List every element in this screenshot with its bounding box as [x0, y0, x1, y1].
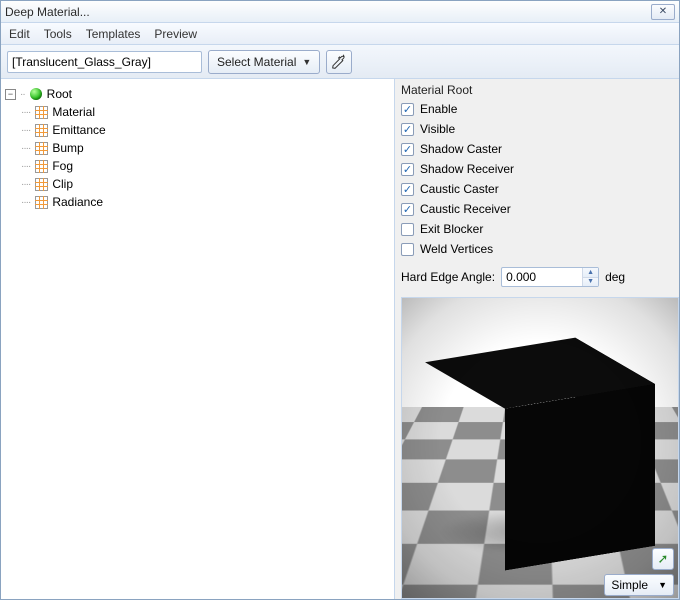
- checkbox-icon[interactable]: ✓: [401, 103, 414, 116]
- tree-item[interactable]: ···· Clip: [5, 175, 390, 193]
- property-checkbox-label: Weld Vertices: [420, 242, 493, 256]
- select-material-button[interactable]: Select Material ▼: [208, 50, 320, 74]
- menu-preview[interactable]: Preview: [154, 27, 197, 41]
- spinner-up-icon[interactable]: ▲: [583, 268, 598, 278]
- property-checkbox-label: Exit Blocker: [420, 222, 483, 236]
- checkbox-icon[interactable]: [401, 243, 414, 256]
- titlebar[interactable]: Deep Material... ✕: [1, 1, 679, 23]
- tree-item-label: Material: [52, 105, 95, 119]
- tree-item-label: Clip: [52, 177, 73, 191]
- tree-item[interactable]: ···· Bump: [5, 139, 390, 157]
- preview-mode-dropdown[interactable]: Simple ▼: [604, 574, 674, 596]
- tree-item-label: Radiance: [52, 195, 103, 209]
- menu-templates[interactable]: Templates: [86, 27, 141, 41]
- hard-edge-label: Hard Edge Angle:: [401, 270, 495, 284]
- eyedropper-button[interactable]: [326, 50, 352, 74]
- checkbox-icon[interactable]: ✓: [401, 183, 414, 196]
- tree-connector: ··: [20, 89, 25, 100]
- material-ball-icon: [29, 87, 43, 101]
- property-checkbox-row[interactable]: ✓ Shadow Caster: [401, 139, 673, 159]
- property-checkbox-row[interactable]: Exit Blocker: [401, 219, 673, 239]
- property-checkbox-row[interactable]: ✓ Enable: [401, 99, 673, 119]
- checkbox-icon[interactable]: ✓: [401, 163, 414, 176]
- material-name-value: [Translucent_Glass_Gray]: [12, 55, 151, 69]
- property-checkbox-label: Enable: [420, 102, 457, 116]
- material-slot-icon: [34, 177, 48, 191]
- material-preview[interactable]: ➚ Simple ▼: [401, 297, 679, 599]
- chevron-down-icon: ▼: [302, 57, 311, 67]
- tree-root[interactable]: − ·· Root: [5, 85, 390, 103]
- preview-mode-label: Simple: [611, 578, 648, 592]
- property-checkbox-label: Shadow Caster: [420, 142, 502, 156]
- chevron-down-icon: ▼: [658, 580, 667, 590]
- property-checkbox-row[interactable]: ✓ Caustic Receiver: [401, 199, 673, 219]
- eyedropper-icon: [331, 54, 347, 70]
- checkbox-icon[interactable]: ✓: [401, 123, 414, 136]
- tree-item[interactable]: ···· Radiance: [5, 193, 390, 211]
- material-slot-icon: [34, 105, 48, 119]
- material-name-field[interactable]: [Translucent_Glass_Gray]: [7, 51, 202, 73]
- collapse-icon[interactable]: −: [5, 89, 16, 100]
- checkbox-icon[interactable]: ✓: [401, 203, 414, 216]
- checkbox-icon[interactable]: ✓: [401, 143, 414, 156]
- tree-item[interactable]: ···· Material: [5, 103, 390, 121]
- select-material-label: Select Material: [217, 55, 296, 69]
- tree-item[interactable]: ···· Emittance: [5, 121, 390, 139]
- hard-edge-spinner[interactable]: ▲ ▼: [582, 268, 598, 286]
- properties-title: Material Root: [395, 79, 679, 99]
- preview-vignette: [402, 298, 678, 598]
- window-title: Deep Material...: [5, 5, 90, 19]
- property-checkbox-row[interactable]: ✓ Shadow Receiver: [401, 159, 673, 179]
- menubar: Edit Tools Templates Preview: [1, 23, 679, 45]
- menu-tools[interactable]: Tools: [44, 27, 72, 41]
- tree-item[interactable]: ···· Fog: [5, 157, 390, 175]
- properties-pane: Material Root ✓ Enable ✓ Visible ✓ Shadow Cas…: [395, 79, 679, 599]
- property-checkbox-label: Shadow Receiver: [420, 162, 514, 176]
- tree-connector: ····: [21, 179, 30, 190]
- hard-edge-value[interactable]: [502, 268, 582, 286]
- material-slot-icon: [34, 195, 48, 209]
- material-slot-icon: [34, 159, 48, 173]
- preview-refresh-button[interactable]: ➚: [652, 548, 674, 570]
- checkbox-icon[interactable]: [401, 223, 414, 236]
- material-slot-icon: [34, 141, 48, 155]
- spinner-down-icon[interactable]: ▼: [583, 278, 598, 287]
- property-checkbox-label: Caustic Caster: [420, 182, 499, 196]
- tree-connector: ····: [21, 143, 30, 154]
- tree-root-label: Root: [47, 87, 72, 101]
- tree-connector: ····: [21, 107, 30, 118]
- property-checkbox-label: Visible: [420, 122, 455, 136]
- refresh-arrow-icon: ➚: [658, 551, 669, 567]
- hard-edge-input[interactable]: ▲ ▼: [501, 267, 599, 287]
- property-checkbox-row[interactable]: ✓ Caustic Caster: [401, 179, 673, 199]
- tree-item-label: Bump: [52, 141, 83, 155]
- close-icon[interactable]: ✕: [651, 4, 675, 20]
- property-checkbox-label: Caustic Receiver: [420, 202, 511, 216]
- tree-connector: ····: [21, 197, 30, 208]
- menu-edit[interactable]: Edit: [9, 27, 30, 41]
- toolbar: [Translucent_Glass_Gray] Select Material…: [1, 45, 679, 79]
- property-checkbox-row[interactable]: Weld Vertices: [401, 239, 673, 259]
- material-slot-icon: [34, 123, 48, 137]
- tree-pane[interactable]: − ·· Root ···· Material ···· Emittance ···· B…: [1, 79, 395, 599]
- hard-edge-unit: deg: [605, 270, 625, 284]
- tree-item-label: Emittance: [52, 123, 105, 137]
- tree-connector: ····: [21, 161, 30, 172]
- property-checkbox-row[interactable]: ✓ Visible: [401, 119, 673, 139]
- tree-connector: ····: [21, 125, 30, 136]
- tree-item-label: Fog: [52, 159, 73, 173]
